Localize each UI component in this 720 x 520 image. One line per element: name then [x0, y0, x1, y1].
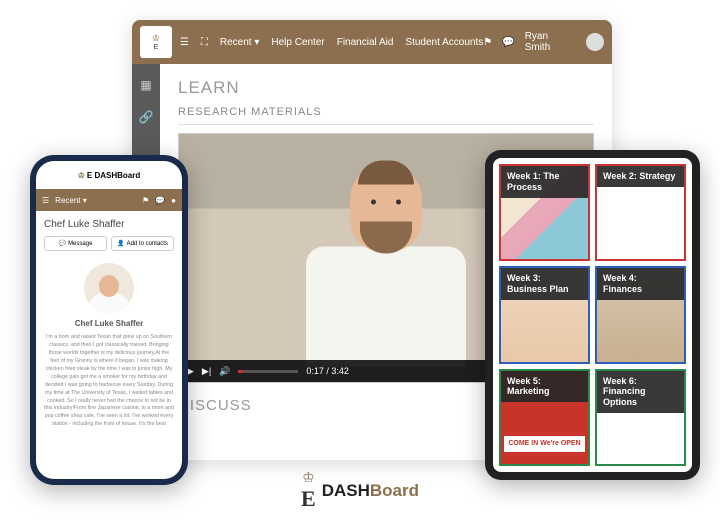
- page-title: LEARN: [178, 78, 594, 98]
- video-subject: [301, 164, 471, 374]
- play-icon[interactable]: ▶: [187, 366, 194, 377]
- desktop-header: ♔E ☰ ⛶ Recent ▾ Help Center Financial Ai…: [132, 20, 612, 64]
- username[interactable]: Ryan Smith: [525, 31, 576, 53]
- section-title: RESEARCH MATERIALS: [178, 106, 594, 125]
- avatar-name: Chef Luke Shaffer: [36, 319, 182, 328]
- tablet-screen: Week 1: The Process Week 2: Strategy Wee…: [493, 158, 692, 472]
- phone-toolbar: ☰ Recent ▾ ⚑ 💬 ●: [36, 189, 182, 211]
- nav-accounts[interactable]: Student Accounts: [405, 37, 483, 48]
- notification-icon[interactable]: ⚑: [483, 37, 492, 48]
- fullscreen-icon[interactable]: ⛶: [201, 37, 208, 48]
- course-card-week4[interactable]: Week 4: Finances: [595, 266, 686, 363]
- open-sign: COME IN We're OPEN: [504, 436, 584, 452]
- course-card-week5[interactable]: COME IN We're OPEN Week 5: Marketing: [499, 369, 590, 466]
- video-progress[interactable]: [238, 370, 298, 373]
- volume-icon[interactable]: 🔊: [219, 366, 230, 377]
- profile-name: Chef Luke Shaffer: [36, 211, 182, 236]
- course-card-week1[interactable]: Week 1: The Process: [499, 164, 590, 261]
- course-card-week6[interactable]: Week 6: Financing Options: [595, 369, 686, 466]
- notification-icon[interactable]: ⚑: [142, 196, 149, 205]
- profile-avatar: [84, 263, 134, 313]
- crown-icon: ♔: [302, 469, 315, 486]
- next-icon[interactable]: ▶|: [202, 366, 211, 377]
- nav-financial[interactable]: Financial Aid: [337, 37, 394, 48]
- avatar-icon[interactable]: ●: [171, 196, 176, 205]
- profile-actions: 💬 Message 👤 Add to contacts: [36, 236, 182, 259]
- chat-icon[interactable]: 💬: [155, 196, 165, 205]
- link-icon[interactable]: 🔗: [139, 110, 154, 124]
- top-nav: ☰ ⛶ Recent ▾ Help Center Financial Aid S…: [180, 37, 483, 48]
- card-label: Week 4: Finances: [597, 268, 684, 300]
- card-label: Week 3: Business Plan: [501, 268, 588, 300]
- footer-brand: ♔E DASHBoard: [301, 469, 419, 512]
- menu-icon[interactable]: ☰: [180, 37, 189, 48]
- add-contact-button[interactable]: 👤 Add to contacts: [111, 236, 174, 251]
- card-label: Week 1: The Process: [501, 166, 588, 198]
- chat-icon[interactable]: 💬: [502, 37, 514, 48]
- phone-device: ♔E DASHBoard ☰ Recent ▾ ⚑ 💬 ● Chef Luke …: [30, 155, 188, 485]
- grid-icon[interactable]: ▦: [140, 78, 151, 92]
- brand-text: DASHBoard: [322, 481, 419, 501]
- menu-icon[interactable]: ☰: [42, 196, 49, 205]
- tablet-device: Week 1: The Process Week 2: Strategy Wee…: [485, 150, 700, 480]
- nav-help[interactable]: Help Center: [271, 37, 324, 48]
- course-card-week2[interactable]: Week 2: Strategy: [595, 164, 686, 261]
- message-button[interactable]: 💬 Message: [44, 236, 107, 251]
- phone-screen: ♔E DASHBoard ☰ Recent ▾ ⚑ 💬 ● Chef Luke …: [36, 161, 182, 479]
- header-right: ⚑ 💬 Ryan Smith: [483, 31, 604, 53]
- nav-recent[interactable]: Recent ▾: [55, 196, 87, 205]
- logo-e: E: [154, 44, 159, 51]
- video-time: 0:17 / 3:42: [306, 366, 349, 376]
- logo-e: E: [301, 486, 316, 512]
- card-label: Week 2: Strategy: [597, 166, 684, 187]
- brand-logo[interactable]: ♔E: [140, 26, 172, 58]
- brand-logo: ♔E: [301, 469, 316, 512]
- avatar[interactable]: [586, 33, 604, 51]
- card-label: Week 6: Financing Options: [597, 371, 684, 413]
- course-card-week3[interactable]: Week 3: Business Plan: [499, 266, 590, 363]
- phone-brand: ♔E DASHBoard: [36, 161, 182, 189]
- profile-bio: I'm a born and raised Texan that grew up…: [36, 334, 182, 429]
- nav-recent[interactable]: Recent ▾: [220, 37, 259, 48]
- card-label: Week 5: Marketing: [501, 371, 588, 403]
